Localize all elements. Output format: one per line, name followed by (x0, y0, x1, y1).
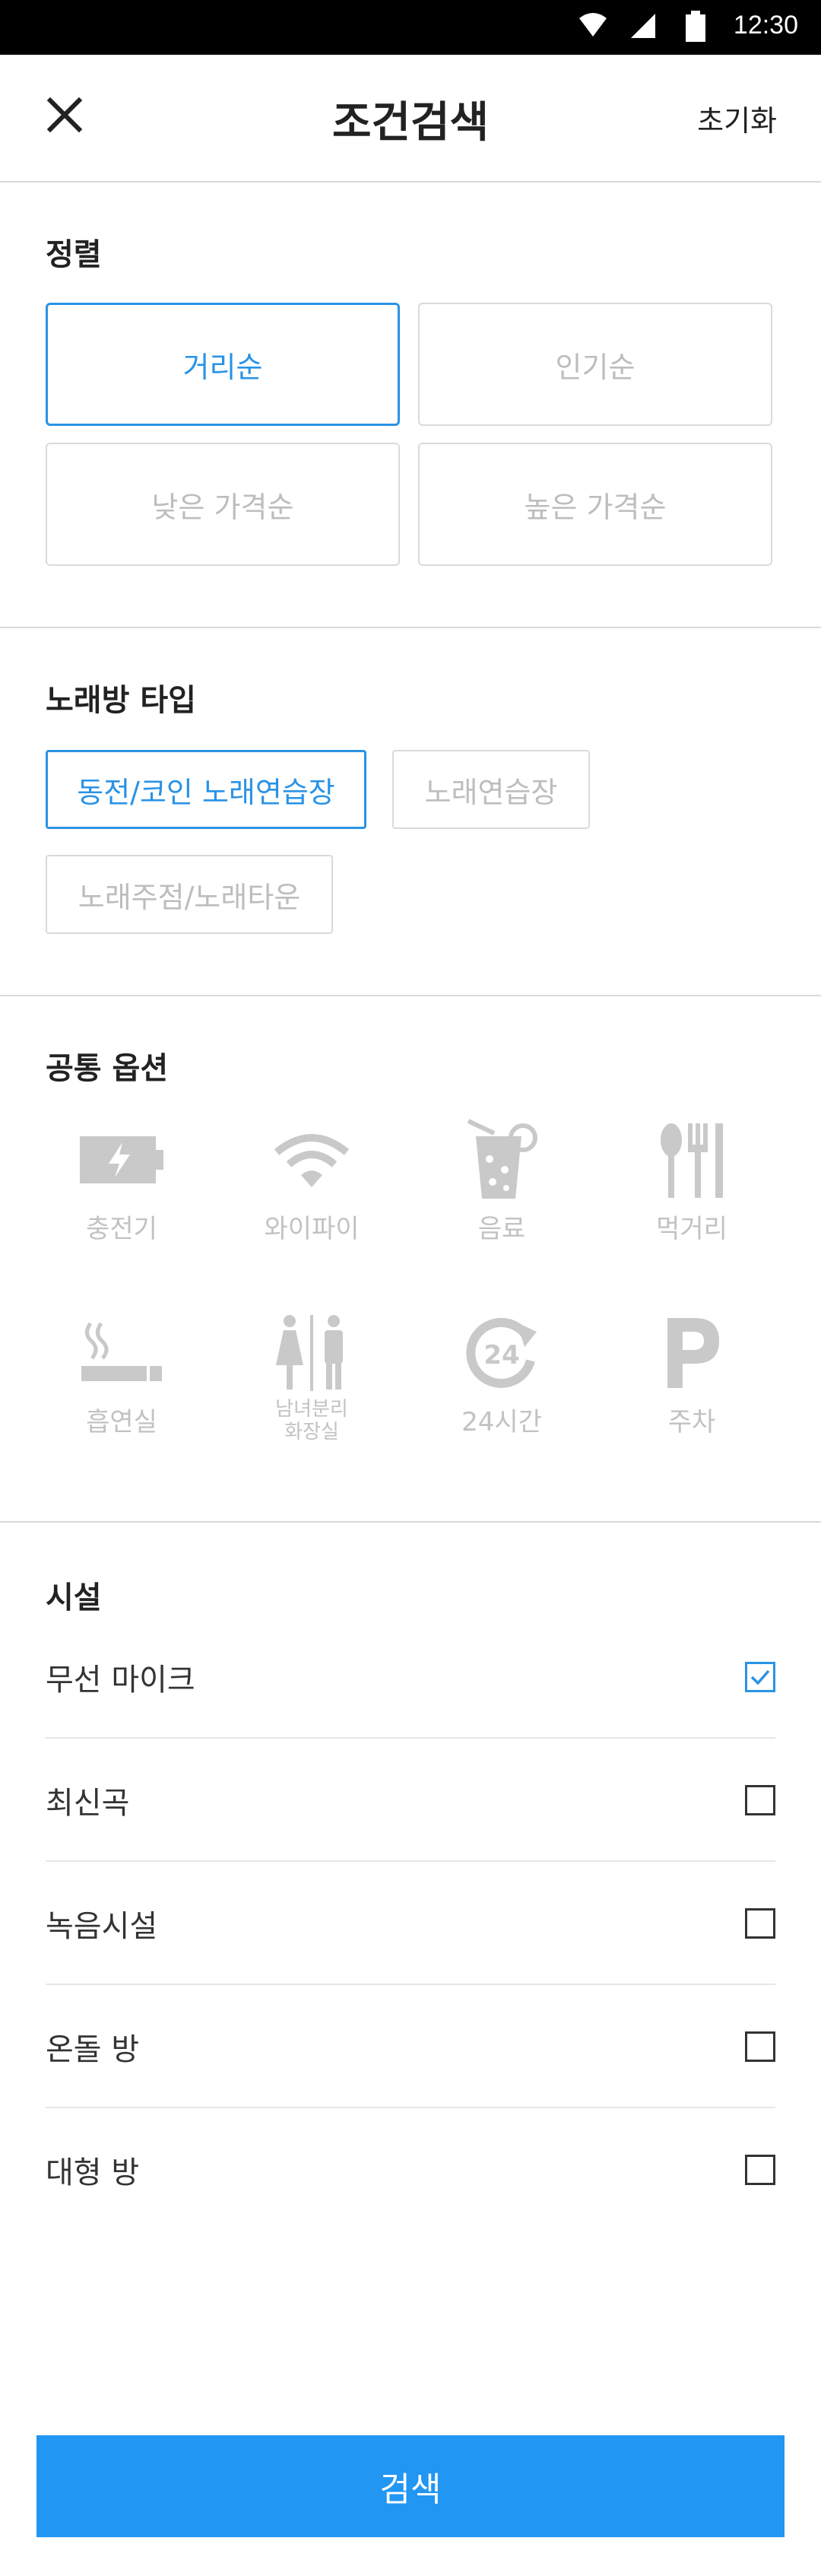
option-24-hours[interactable]: 24 24시간 (426, 1311, 578, 1438)
battery-icon (686, 11, 705, 42)
sort-high-price-button[interactable]: 높은 가격순 (418, 443, 772, 566)
sort-distance-button[interactable]: 거리순 (46, 303, 400, 426)
facility-label: 최신곡 (46, 1786, 130, 1821)
room-type-section-title: 노래방 타입 (46, 683, 196, 718)
cell-signal-icon (631, 14, 655, 38)
sort-popular-button[interactable]: 인기순 (418, 303, 772, 426)
check-icon (750, 1669, 770, 1685)
type-karaoke-button[interactable]: 노래연습장 (392, 750, 590, 829)
wifi-icon (274, 1134, 350, 1187)
option-separate-restroom[interactable]: 남녀분리 화장실 (236, 1311, 388, 1444)
option-label-line: 남녀분리 (275, 1398, 348, 1421)
facility-checkbox[interactable] (745, 2031, 775, 2062)
sort-section: 정렬 거리순 인기순 낮은 가격순 높은 가격순 (0, 183, 821, 627)
drink-icon (467, 1119, 537, 1199)
facility-checkbox[interactable] (745, 2155, 775, 2185)
wifi-status-icon (579, 13, 607, 37)
type-option-label: 노래주점/노래타운 (78, 880, 301, 914)
option-label: 먹거리 (656, 1214, 727, 1244)
type-option-label: 동전/코인 노래연습장 (77, 775, 335, 809)
search-button[interactable]: 검색 (36, 2435, 785, 2537)
option-charger[interactable]: 충전기 (46, 1118, 198, 1245)
restroom-icon (276, 1315, 343, 1391)
status-bar: 12:30 (0, 0, 821, 55)
facility-ondol-room-row[interactable]: 온돌 방 (46, 1985, 775, 2108)
smoking-icon (81, 1322, 162, 1381)
reset-button[interactable]: 초기화 (697, 97, 777, 139)
option-label: 흡연실 (86, 1407, 157, 1437)
battery-charger-icon (80, 1136, 163, 1183)
facility-recording-row[interactable]: 녹음시설 (46, 1862, 775, 1985)
app-bar: 조건검색 초기화 (0, 55, 821, 183)
sort-option-label: 인기순 (555, 350, 636, 384)
sort-option-label: 거리순 (182, 350, 263, 384)
status-time: 12:30 (733, 11, 798, 40)
facility-label: 무선 마이크 (46, 1663, 195, 1698)
type-karaoke-bar-button[interactable]: 노래주점/노래타운 (46, 855, 333, 934)
svg-text:24: 24 (483, 1340, 519, 1371)
option-label: 와이파이 (264, 1214, 360, 1244)
facilities-section: 시설 무선 마이크 최신곡 녹음시설 온돌 방 대형 방 (0, 1523, 821, 2207)
option-label-line: 화장실 (284, 1421, 339, 1444)
room-type-section: 노래방 타입 동전/코인 노래연습장 노래연습장 노래주점/노래타운 (0, 628, 821, 995)
facility-wireless-mic-row[interactable]: 무선 마이크 (46, 1615, 775, 1739)
option-label: 주차 (667, 1407, 716, 1437)
food-icon (661, 1123, 723, 1198)
option-label: 음료 (477, 1214, 526, 1244)
option-parking[interactable]: 주차 (616, 1311, 768, 1438)
sort-low-price-button[interactable]: 낮은 가격순 (46, 443, 400, 566)
facility-checkbox[interactable] (745, 1785, 775, 1815)
24-hours-icon: 24 (466, 1317, 537, 1388)
option-label: 충전기 (86, 1214, 157, 1244)
common-options-section-title: 공통 옵션 (46, 1051, 169, 1086)
type-coin-karaoke-button[interactable]: 동전/코인 노래연습장 (46, 750, 366, 829)
facility-checkbox[interactable] (745, 1662, 775, 1692)
facility-large-room-row[interactable]: 대형 방 (46, 2108, 775, 2231)
facility-label: 대형 방 (46, 2155, 140, 2190)
facility-checkbox[interactable] (745, 1908, 775, 1939)
option-label: 24시간 (461, 1407, 542, 1437)
sort-option-label: 높은 가격순 (524, 490, 667, 524)
common-options-section: 공통 옵션 충전기 와이파이 음료 먹거리 흡연실 남녀분리 화장실 24 24시… (0, 996, 821, 1521)
sort-section-title: 정렬 (46, 237, 102, 272)
facility-label: 온돌 방 (46, 2032, 140, 2067)
option-label: 남녀분리 화장실 (236, 1398, 388, 1444)
option-drink[interactable]: 음료 (426, 1118, 578, 1245)
facility-latest-songs-row[interactable]: 최신곡 (46, 1739, 775, 1862)
sort-option-label: 낮은 가격순 (151, 490, 294, 524)
parking-icon (667, 1318, 719, 1388)
option-smoking-room[interactable]: 흡연실 (46, 1311, 198, 1438)
type-option-label: 노래연습장 (424, 775, 558, 809)
facilities-section-title: 시설 (46, 1580, 102, 1615)
option-food[interactable]: 먹거리 (616, 1118, 768, 1245)
facility-label: 녹음시설 (46, 1909, 158, 1944)
option-wifi[interactable]: 와이파이 (236, 1118, 388, 1245)
